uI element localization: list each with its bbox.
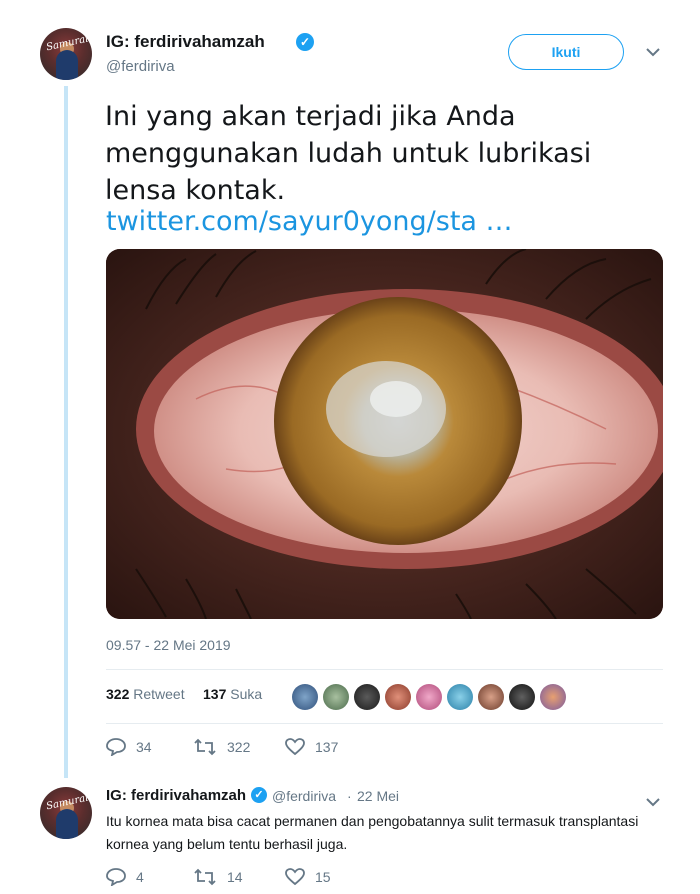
verified-badge-icon: ✓ xyxy=(296,33,314,51)
author-avatar[interactable]: Samurai xyxy=(40,28,92,80)
reply-action[interactable]: 4 xyxy=(106,868,144,886)
retweet-icon xyxy=(194,738,216,756)
reply-author-handle[interactable]: @ferdiriva xyxy=(272,788,336,804)
thread-line xyxy=(64,86,68,778)
reply-author-avatar[interactable]: Samurai xyxy=(40,787,92,839)
divider xyxy=(106,669,663,670)
tweet-media-image[interactable] xyxy=(106,249,663,619)
divider xyxy=(106,723,663,724)
like-action-count: 15 xyxy=(315,869,331,885)
author-handle[interactable]: @ferdiriva xyxy=(106,58,175,75)
retweet-icon xyxy=(194,868,216,886)
reply-separator: · xyxy=(347,788,352,804)
chevron-down-icon[interactable] xyxy=(646,794,660,810)
like-action[interactable]: 137 xyxy=(285,738,338,756)
like-count: 137 xyxy=(203,686,227,702)
tweet-text: Ini yang akan terjadi jika Anda mengguna… xyxy=(105,101,592,206)
retweet-action-count: 14 xyxy=(227,869,243,885)
reply-count: 34 xyxy=(136,739,152,755)
like-action-count: 137 xyxy=(315,739,339,755)
retweet-action[interactable]: 14 xyxy=(193,868,243,886)
likers-avatars xyxy=(292,684,566,710)
author-name[interactable]: IG: ferdirivahamzah xyxy=(106,32,265,52)
liker-avatar[interactable] xyxy=(416,684,442,710)
verified-badge-icon: ✓ xyxy=(251,787,267,803)
tweet-link[interactable]: twitter.com/sayur0yong/sta … xyxy=(106,206,513,237)
heart-icon xyxy=(285,868,305,886)
like-label: Suka xyxy=(230,686,263,702)
tweet-timestamp[interactable]: 09.57 - 22 Mei 2019 xyxy=(106,637,231,653)
reply-icon xyxy=(106,868,126,886)
retweet-action-count: 322 xyxy=(227,739,251,755)
reply-date[interactable]: 22 Mei xyxy=(357,788,399,804)
liker-avatar[interactable] xyxy=(540,684,566,710)
liker-avatar[interactable] xyxy=(385,684,411,710)
liker-avatar[interactable] xyxy=(292,684,318,710)
reply-count: 4 xyxy=(136,869,144,885)
like-action[interactable]: 15 xyxy=(285,868,331,886)
retweet-stats[interactable]: 322 Retweet xyxy=(106,686,185,702)
heart-icon xyxy=(285,738,305,756)
liker-avatar[interactable] xyxy=(447,684,473,710)
liker-avatar[interactable] xyxy=(478,684,504,710)
avatar-body xyxy=(56,809,78,839)
liker-avatar[interactable] xyxy=(354,684,380,710)
retweet-action[interactable]: 322 xyxy=(193,738,250,756)
chevron-down-icon[interactable] xyxy=(646,44,660,60)
retweet-label: Retweet xyxy=(133,686,185,702)
liker-avatar[interactable] xyxy=(509,684,535,710)
follow-button[interactable]: Ikuti xyxy=(508,34,624,70)
reply-action[interactable]: 34 xyxy=(106,738,152,756)
reply-icon xyxy=(106,738,126,756)
liker-avatar[interactable] xyxy=(323,684,349,710)
reply-text: Itu kornea mata bisa cacat permanen dan … xyxy=(106,813,639,852)
retweet-count: 322 xyxy=(106,686,130,702)
like-stats[interactable]: 137 Suka xyxy=(203,686,262,702)
avatar-body xyxy=(56,50,78,80)
reply-author-name[interactable]: IG: ferdirivahamzah xyxy=(106,787,246,804)
